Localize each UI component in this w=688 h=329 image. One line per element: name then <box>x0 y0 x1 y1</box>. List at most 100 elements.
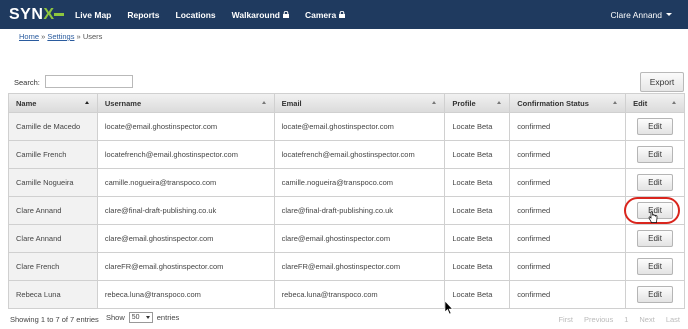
cell-email: camille.nogueira@transpoco.com <box>274 169 446 197</box>
edit-button[interactable]: Edit <box>637 286 674 303</box>
edit-button[interactable]: Edit <box>637 118 674 135</box>
cell-edit: Edit <box>626 253 685 281</box>
column-header-profile[interactable]: Profile <box>445 94 511 113</box>
table-row: Camille French locatefrench@email.ghosti… <box>9 141 685 169</box>
cell-status: confirmed <box>510 113 627 141</box>
breadcrumb-settings-link[interactable]: Settings <box>47 32 74 41</box>
pager-first[interactable]: First <box>558 315 573 324</box>
cell-edit: Edit <box>626 169 685 197</box>
nav-locations[interactable]: Locations <box>176 10 216 20</box>
cell-status: confirmed <box>510 281 627 309</box>
page-length-select[interactable]: 50 <box>128 312 153 323</box>
length-label: Show <box>106 313 125 322</box>
main-nav: Live Map Reports Locations Walkaround Ca… <box>75 0 361 29</box>
column-header-username[interactable]: Username <box>97 94 275 113</box>
cell-username: locatefrench@email.ghostinspector.com <box>97 141 275 169</box>
breadcrumb-separator: » <box>74 32 83 41</box>
nav-walkaround[interactable]: Walkaround <box>232 10 289 20</box>
header-label: Name <box>16 98 37 108</box>
cell-name: Rebeca Luna <box>9 281 98 309</box>
cell-name: Clare Annand <box>9 225 98 253</box>
cell-name: Camille French <box>9 141 98 169</box>
export-button[interactable]: Export <box>640 72 684 92</box>
nav-label: Locations <box>175 9 216 20</box>
table-row: Camille de Macedo locate@email.ghostinsp… <box>9 113 685 141</box>
edit-button[interactable]: Edit <box>637 202 674 219</box>
header-label: Email <box>281 98 302 108</box>
cell-name: Camille Nogueira <box>9 169 98 197</box>
table-row: Camille Nogueira camille.nogueira@transp… <box>9 169 685 197</box>
cell-email: locate@email.ghostinspector.com <box>274 113 446 141</box>
user-name: Clare Annand <box>610 9 662 20</box>
cell-name: Clare French <box>9 253 98 281</box>
cell-profile: Locate Beta <box>445 281 511 309</box>
table-row: Clare French clareFR@email.ghostinspecto… <box>9 253 685 281</box>
cell-email: rebeca.luna@transpoco.com <box>274 281 446 309</box>
edit-button[interactable]: Edit <box>637 258 674 275</box>
edit-button[interactable]: Edit <box>637 146 674 163</box>
page-length-control: Show 50 entries <box>106 312 179 323</box>
nav-reports[interactable]: Reports <box>127 10 159 20</box>
length-suffix: entries <box>156 313 180 322</box>
cell-edit: Edit <box>626 197 685 225</box>
cell-status: confirmed <box>510 197 627 225</box>
header-label: Username <box>104 98 142 108</box>
cell-status: confirmed <box>510 253 627 281</box>
chevron-down-icon <box>145 316 150 319</box>
top-nav-bar: SYNX Live Map Reports Locations Walkarou… <box>0 0 688 29</box>
synx-logo[interactable]: SYNX <box>9 5 64 24</box>
edit-button[interactable]: Edit <box>637 174 674 191</box>
pager-page-1[interactable]: 1 <box>624 315 628 324</box>
pagination: First Previous 1 Next Last <box>547 315 680 324</box>
logo-accent-bar <box>53 13 64 17</box>
nav-camera[interactable]: Camera <box>304 9 346 20</box>
cell-profile: Locate Beta <box>445 253 511 281</box>
nav-label: Reports <box>127 9 160 20</box>
table-header-row: Name Username Email Profile Confirmation… <box>9 94 685 113</box>
search-label: Search: <box>14 78 40 87</box>
pager-next[interactable]: Next <box>639 315 654 324</box>
column-header-name[interactable]: Name <box>9 94 98 113</box>
sort-icon <box>613 101 618 104</box>
nav-label: Walkaround <box>231 9 280 20</box>
table-row: Clare Annand clare@final-draft-publishin… <box>9 197 685 225</box>
cell-username: locate@email.ghostinspector.com <box>97 113 275 141</box>
cell-email: clareFR@email.ghostinspector.com <box>274 253 446 281</box>
table-info: Showing 1 to 7 of 7 entries <box>10 315 99 324</box>
cell-profile: Locate Beta <box>445 141 511 169</box>
nav-label: Camera <box>304 9 337 20</box>
caret-down-icon <box>666 13 672 16</box>
breadcrumb-current: Users <box>82 32 103 41</box>
pager-last[interactable]: Last <box>666 315 680 324</box>
edit-button[interactable]: Edit <box>637 230 674 247</box>
page-length-value: 50 <box>131 314 140 321</box>
cell-status: confirmed <box>510 225 627 253</box>
column-header-email[interactable]: Email <box>274 94 446 113</box>
column-header-edit[interactable]: Edit <box>626 94 685 113</box>
cell-edit: Edit <box>626 141 685 169</box>
cell-edit: Edit <box>626 113 685 141</box>
sort-icon <box>261 101 266 104</box>
search-input[interactable] <box>45 75 133 88</box>
header-label: Edit <box>633 98 648 108</box>
lock-icon <box>339 11 346 18</box>
breadcrumb: Home » Settings » Users <box>19 32 102 41</box>
pager-previous[interactable]: Previous <box>584 315 613 324</box>
cell-username: camille.nogueira@transpoco.com <box>97 169 275 197</box>
sort-icon <box>672 101 676 104</box>
header-label: Confirmation Status <box>517 98 589 108</box>
logo-text: SYN <box>9 6 44 23</box>
cell-profile: Locate Beta <box>445 225 511 253</box>
cell-email: clare@email.ghostinspector.com <box>274 225 446 253</box>
users-table: Name Username Email Profile Confirmation… <box>8 93 685 309</box>
cell-username: clareFR@email.ghostinspector.com <box>97 253 275 281</box>
sort-icon <box>432 101 437 104</box>
user-menu[interactable]: Clare Annand <box>610 0 672 29</box>
nav-label: Live Map <box>75 9 112 20</box>
column-header-status[interactable]: Confirmation Status <box>510 94 627 113</box>
nav-live-map[interactable]: Live Map <box>75 10 111 20</box>
cell-name: Clare Annand <box>9 197 98 225</box>
cell-status: confirmed <box>510 141 627 169</box>
cell-username: clare@email.ghostinspector.com <box>97 225 275 253</box>
breadcrumb-home-link[interactable]: Home <box>19 32 39 41</box>
